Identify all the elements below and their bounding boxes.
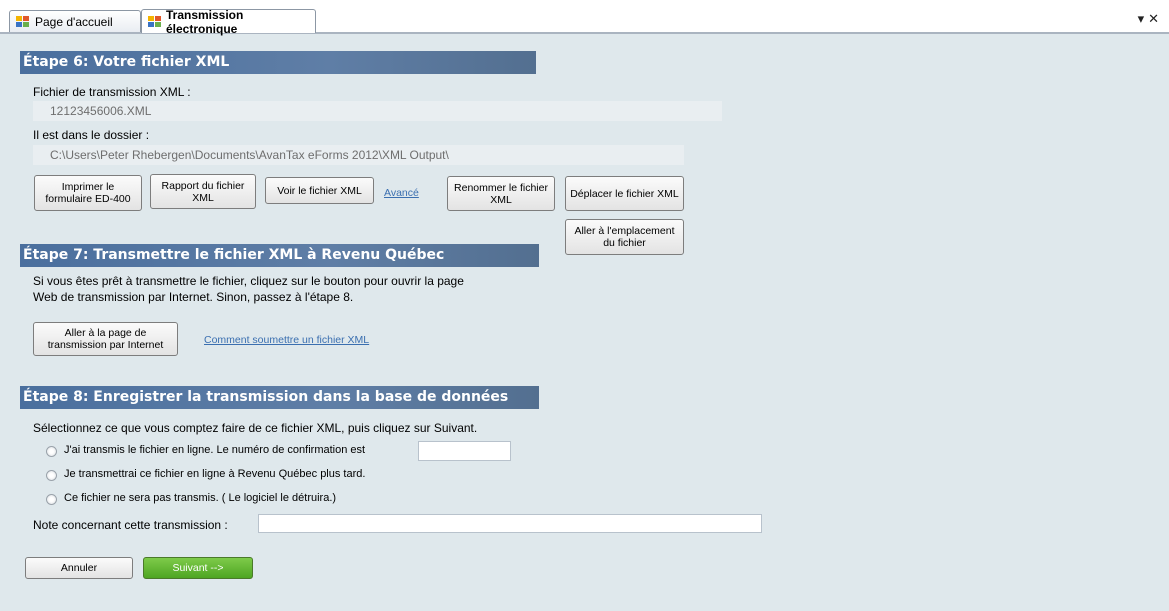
rename-xml-button[interactable]: Renommer le fichier XML [447, 176, 555, 211]
close-icon[interactable]: ✕ [1148, 11, 1163, 26]
file-label: Fichier de transmission XML : [33, 85, 191, 99]
tab-controls: ▾✕ [1138, 11, 1163, 27]
radio-not-transmitted-label: Ce fichier ne sera pas transmis. ( Le lo… [64, 492, 337, 504]
note-label: Note concernant cette transmission : [33, 518, 228, 532]
note-input[interactable] [258, 514, 762, 533]
xml-report-button[interactable]: Rapport du fichier XML [150, 174, 256, 209]
cancel-button[interactable]: Annuler [25, 557, 133, 579]
radio-transmitted-online-label: J'ai transmis le fichier en ligne. Le nu… [64, 444, 366, 456]
move-xml-button[interactable]: Déplacer le fichier XML [565, 176, 684, 211]
file-name-field: 12123456006.XML [33, 101, 722, 121]
windows-flag-icon [148, 15, 161, 28]
folder-path-field: C:\Users\Peter Rhebergen\Documents\AvanT… [33, 145, 684, 165]
next-button[interactable]: Suivant --> [143, 557, 253, 579]
tab-strip: Page d'accueil Transmission électronique… [0, 0, 1169, 36]
tab-transmission-electronique[interactable]: Transmission électronique [141, 7, 316, 36]
radio-not-transmitted[interactable] [46, 494, 57, 505]
step8-header: Étape 8: Enregistrer la transmission dan… [20, 386, 539, 409]
tab-label: Transmission électronique [165, 7, 244, 36]
chevron-down-icon[interactable]: ▾ [1138, 11, 1149, 26]
how-to-submit-link[interactable]: Comment soumettre un fichier XML [204, 334, 369, 346]
folder-label: Il est dans le dossier : [33, 128, 150, 142]
tab-page-accueil[interactable]: Page d'accueil [9, 10, 141, 32]
print-form-button[interactable]: Imprimer le formulaire ED-400 [34, 175, 142, 211]
windows-flag-icon [16, 15, 30, 28]
confirmation-number-input[interactable] [418, 441, 511, 461]
view-xml-button[interactable]: Voir le fichier XML [265, 177, 374, 204]
radio-transmit-later[interactable] [46, 470, 57, 481]
goto-location-button[interactable]: Aller à l'emplacement du fichier [565, 219, 684, 255]
step8-instruction: Sélectionnez ce que vous comptez faire d… [33, 421, 478, 435]
goto-transmission-page-button[interactable]: Aller à la page de transmission par Inte… [33, 322, 178, 356]
step6-header: Étape 6: Votre fichier XML [20, 51, 536, 74]
radio-transmitted-online[interactable] [46, 446, 57, 457]
radio-transmit-later-label: Je transmettrai ce fichier en ligne à Re… [64, 468, 366, 480]
step7-instruction-line2: Web de transmission par Internet. Sinon,… [33, 290, 354, 304]
tab-label: Page d'accueil [35, 14, 113, 29]
step7-instruction-line1: Si vous êtes prêt à transmettre le fichi… [33, 274, 464, 288]
advanced-link[interactable]: Avancé [384, 187, 419, 199]
step7-header: Étape 7: Transmettre le fichier XML à Re… [20, 244, 539, 267]
